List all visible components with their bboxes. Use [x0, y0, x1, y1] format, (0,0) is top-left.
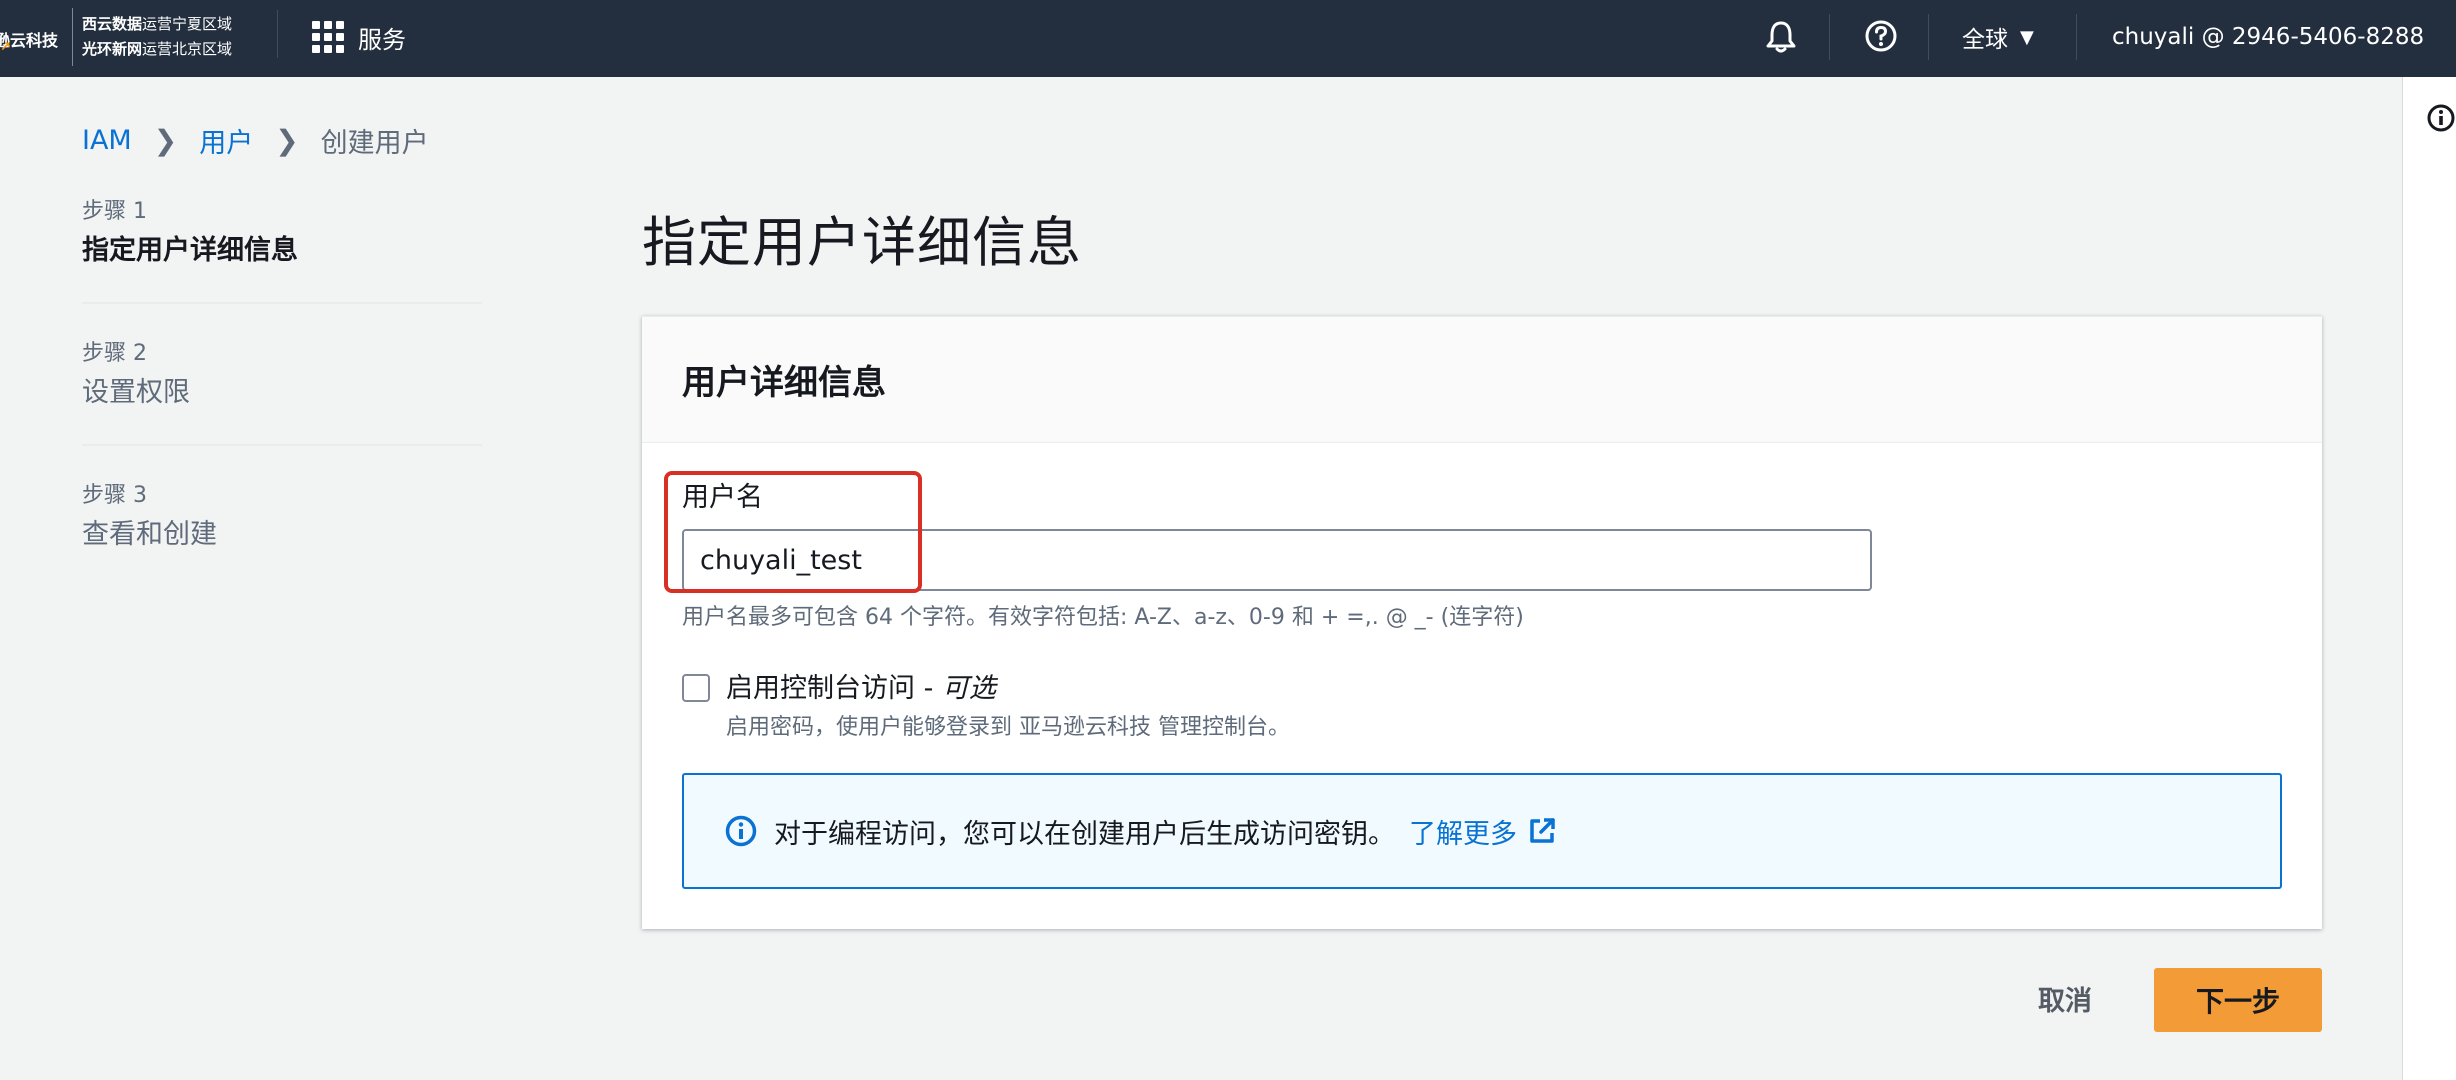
info-alert: 对于编程访问，您可以在创建用户后生成访问密钥。 了解更多	[682, 773, 2282, 889]
region-operator-1: 西云数据	[82, 15, 143, 33]
region-selector-label: 全球	[1962, 27, 2008, 53]
user-details-container: 用户详细信息 用户名 用户名最多可包含 64 个字符。有效字符包括: A-Z、a…	[642, 316, 2322, 929]
step-number: 步骤 1	[82, 199, 147, 224]
username-input[interactable]	[682, 529, 1872, 591]
page-title: 指定用户详细信息	[642, 211, 1082, 274]
wizard-step-2[interactable]: 步骤 2 设置权限	[82, 338, 482, 446]
nav-separator	[1928, 14, 1929, 60]
brand-logo[interactable]: 逊云科技 ↗	[0, 0, 58, 77]
optional-tag: 可选	[941, 673, 996, 704]
step-number: 步骤 2	[82, 341, 147, 366]
caret-down-icon: ▼	[2020, 26, 2034, 48]
breadcrumb-users[interactable]: 用户	[199, 121, 253, 160]
username-constraint-text: 用户名最多可包含 64 个字符。有效字符包括: A-Z、a-z、0-9 和 + …	[682, 605, 1524, 630]
console-access-label-text: 启用控制台访问 -	[726, 673, 942, 704]
next-button[interactable]: 下一步	[2154, 968, 2322, 1032]
step-title: 设置权限	[82, 377, 190, 408]
services-label: 服务	[358, 25, 406, 54]
step-title: 指定用户详细信息	[82, 235, 298, 266]
console-access-checkbox[interactable]	[682, 674, 710, 702]
brand-smile-icon: ↗	[0, 40, 11, 55]
tools-panel-rail	[2402, 77, 2456, 1080]
info-icon[interactable]	[2426, 103, 2456, 133]
nav-separator	[2076, 14, 2077, 60]
username-label: 用户名	[682, 482, 763, 513]
breadcrumb-create-user: 创建用户	[320, 127, 429, 159]
breadcrumb: IAM ❯ 用户 ❯ 创建用户	[82, 120, 429, 160]
wizard-step-1[interactable]: 步骤 1 指定用户详细信息	[82, 196, 482, 304]
cancel-button[interactable]: 取消	[2012, 966, 2118, 1030]
nav-separator	[1829, 14, 1830, 60]
container-title: 用户详细信息	[682, 363, 886, 403]
console-access-description: 启用密码，使用户能够登录到 亚马逊云科技 管理控制台。	[726, 715, 1290, 740]
step-title: 查看和创建	[82, 519, 217, 550]
services-menu-button[interactable]: 服务	[312, 20, 406, 54]
nav-divider	[277, 10, 278, 58]
region-desc-1: 运营宁夏区域	[142, 15, 233, 33]
learn-more-link[interactable]: 了解更多	[1409, 812, 1517, 851]
container-header: 用户详细信息	[642, 317, 2322, 443]
info-icon	[725, 815, 757, 847]
help-icon[interactable]	[1864, 19, 1898, 53]
chevron-right-icon: ❯	[275, 123, 299, 157]
wizard-step-3[interactable]: 步骤 3 查看和创建	[82, 480, 482, 586]
account-menu[interactable]: chuyali @ 2946-5406-8288	[2112, 20, 2424, 54]
region-operators: 西云数据运营宁夏区域 光环新网运营北京区域	[82, 12, 232, 62]
step-number: 步骤 3	[82, 483, 147, 508]
region-operator-2: 光环新网	[82, 40, 143, 58]
bell-icon[interactable]	[1764, 19, 1798, 55]
region-selector[interactable]: 全球 ▼	[1962, 20, 2034, 54]
grid-icon	[312, 21, 344, 53]
region-desc-2: 运营北京区域	[142, 40, 233, 58]
breadcrumb-iam[interactable]: IAM	[82, 125, 132, 156]
wizard-steps: 步骤 1 指定用户详细信息 步骤 2 设置权限 步骤 3 查看和创建	[82, 196, 482, 620]
external-link-icon[interactable]	[1527, 816, 1557, 846]
console-access-label[interactable]: 启用控制台访问 - 可选	[726, 666, 996, 705]
chevron-right-icon: ❯	[153, 123, 178, 157]
alert-text: 对于编程访问，您可以在创建用户后生成访问密钥。	[774, 818, 1395, 850]
top-navigation: 逊云科技 ↗ 西云数据运营宁夏区域 光环新网运营北京区域 服务 全球 ▼ chu…	[0, 0, 2456, 77]
brand-divider	[72, 8, 73, 66]
